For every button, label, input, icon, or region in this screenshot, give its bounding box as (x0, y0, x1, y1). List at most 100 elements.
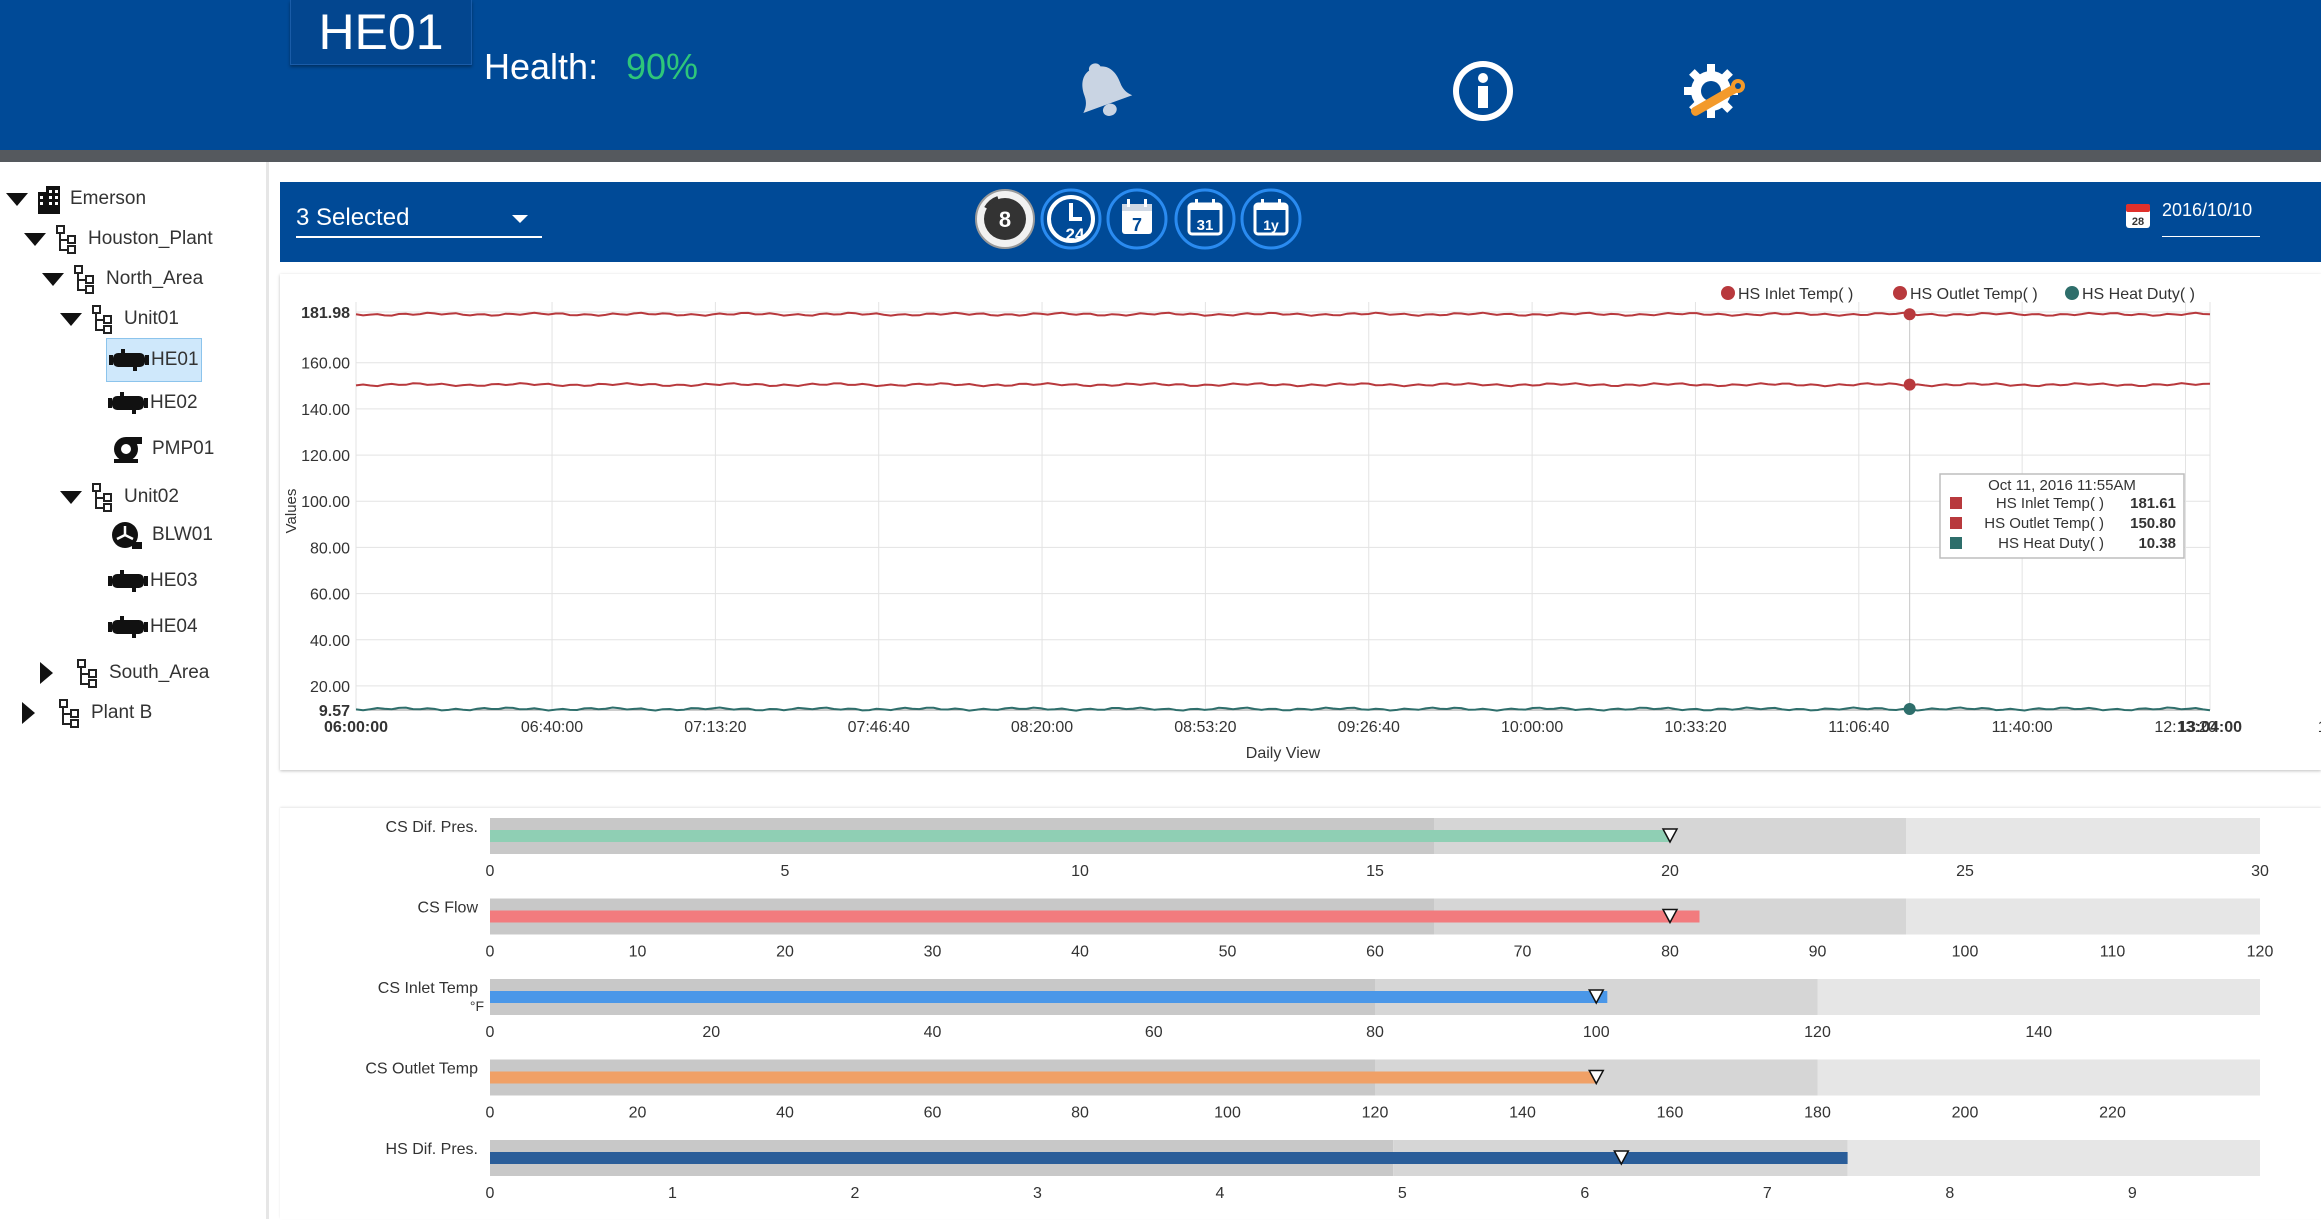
x-tick-label: 11:06:40 (1828, 719, 1889, 736)
gauge-tick-label: 160 (1657, 1105, 1684, 1122)
gauge-value-bar (490, 1152, 1848, 1164)
expand-icon[interactable] (40, 662, 53, 684)
tree-item-unit01[interactable]: Unit01 (60, 302, 179, 336)
gauge-value-bar (490, 830, 1670, 842)
y-tick-label: 100.00 (301, 494, 350, 511)
button-label: 7 (1132, 215, 1142, 235)
last-24-hours-button[interactable]: 24 (1040, 188, 1102, 250)
gauge-band-high (1906, 818, 2260, 854)
tree-item-plant-b[interactable]: Plant B (22, 696, 152, 730)
tooltip-swatch (1950, 497, 1962, 509)
gauge-label: HS Dif. Pres. (386, 1141, 478, 1158)
gauge-tick-label: 20 (629, 1105, 647, 1122)
trend-chart[interactable]: 181.98 160.00 140.00 120.00 100.00 80.00 60.00… (280, 274, 2321, 770)
series-point (1903, 703, 1916, 716)
tree-item-emerson[interactable]: Emerson (6, 182, 146, 216)
kpi-gauges: CS Dif. Pres.0 5 10 15 20 25 30CS Flow0 10 20 30 4… (365, 818, 2273, 1202)
legend-swatch (1721, 286, 1735, 300)
tree-item-north-area[interactable]: North_Area (42, 262, 203, 296)
settings-icon[interactable] (1676, 54, 1750, 128)
date-picker-field[interactable]: 2016/10/10 (2162, 196, 2260, 237)
last-31-days-button[interactable]: 31 (1174, 188, 1236, 250)
tree-item-label: Houston_Plant (88, 228, 213, 249)
tree-item-he04[interactable]: HE04 (106, 610, 198, 644)
y-tick-label: 181.98 (301, 305, 350, 322)
gauge-value-bar (490, 1071, 1597, 1084)
health-value: 90% (626, 46, 699, 87)
gauge-tick-label: 40 (776, 1105, 794, 1122)
tree-item-he03[interactable]: HE03 (106, 564, 198, 598)
gauge-tick-label: 0 (486, 863, 495, 880)
info-icon[interactable] (1446, 54, 1520, 128)
gauge-tick-label: 90 (1809, 944, 1827, 961)
gauge-value-bar (490, 991, 1608, 1003)
tree-item-label: HE03 (150, 570, 198, 591)
bell-icon[interactable] (1066, 54, 1140, 128)
last-1-year-button[interactable]: 1y (1240, 188, 1302, 250)
calendar-icon-label: 28 (2132, 216, 2144, 228)
building-icon (38, 186, 60, 214)
gauge-tick-label: 60 (1145, 1024, 1163, 1041)
x-tick-label: 07:13:20 (684, 719, 746, 736)
gauge-tick-label: 110 (2100, 944, 2126, 961)
gauge-tick-label: 2 (850, 1185, 859, 1202)
button-label: 31 (1197, 217, 1214, 234)
x-tick-label: 11:40:00 (1992, 719, 2053, 736)
x-tick-label: 08:20:00 (1011, 719, 1073, 736)
expand-icon[interactable] (22, 702, 35, 724)
series-line (355, 382, 2211, 388)
gauge-cs-dif-pres: CS Dif. Pres. 0 5 10 15 20 25 30 (386, 818, 2269, 880)
gauge-tick-label: 120 (1362, 1105, 1389, 1122)
blower-icon (112, 522, 142, 549)
gauge-label: CS Dif. Pres. (386, 819, 478, 836)
gauge-tick-label: 10 (1071, 863, 1089, 880)
tree-item-he02[interactable]: HE02 (106, 386, 198, 420)
gauge-value-bar (490, 910, 1700, 923)
gauge-tick-label: 0 (486, 944, 495, 961)
collapse-icon[interactable] (60, 312, 82, 326)
series-point (1903, 308, 1916, 321)
gauge-band-high (1817, 1059, 2260, 1096)
y-tick-label: 9.57 (319, 703, 350, 720)
gauge-tick-label: 60 (1366, 944, 1384, 961)
last-7-days-button[interactable]: 7 (1106, 188, 1168, 250)
tree-item-houston-plant[interactable]: Houston_Plant (24, 222, 213, 256)
gauge-tick-label: 40 (924, 1024, 942, 1041)
last-8-hours-button[interactable]: 8 (974, 188, 1036, 250)
y-axis-title: Values (283, 489, 300, 534)
collapse-icon[interactable] (42, 272, 64, 286)
gauge-band-high (1847, 1140, 2260, 1176)
collapse-icon[interactable] (6, 192, 28, 206)
gauge-tick-label: 9 (2128, 1185, 2137, 1202)
tree-item-south-area[interactable]: South_Area (40, 656, 209, 690)
x-tick-label: 10:33:20 (1664, 719, 1726, 736)
legend-label: HS Inlet Temp( ) (1738, 286, 1853, 303)
tree-item-blw01[interactable]: BLW01 (110, 518, 213, 552)
tree-item-pmp01[interactable]: PMP01 (110, 432, 214, 466)
asset-tree-panel: Emerson Houston_Plant North_Area Unit01 … (0, 162, 269, 1219)
tooltip-value: 150.80 (2130, 515, 2176, 532)
tooltip-value: 10.38 (2138, 535, 2176, 552)
button-label: 8 (999, 207, 1011, 232)
tree-item-unit02[interactable]: Unit02 (60, 480, 179, 514)
collapse-icon[interactable] (60, 490, 82, 504)
series-select-value: 3 Selected (296, 204, 410, 231)
tooltip-series-name: HS Heat Duty( ) (1998, 535, 2104, 552)
hierarchy-icon (92, 483, 112, 512)
calendar-icon[interactable]: 28 (2124, 200, 2152, 230)
x-tick-label: 10:00:00 (1501, 719, 1563, 736)
collapse-icon[interactable] (24, 232, 46, 246)
gauge-tick-label: 180 (1804, 1105, 1831, 1122)
gauge-tick-label: 7 (1763, 1185, 1772, 1202)
x-tick-label: 09:26:40 (1338, 719, 1400, 736)
gauge-label: CS Outlet Temp (365, 1061, 478, 1078)
gauge-band-high (1906, 898, 2260, 935)
health-label: Health: (484, 46, 599, 87)
series-select-dropdown[interactable]: 3 Selected (296, 200, 542, 238)
gauge-tick-label: 80 (1661, 944, 1679, 961)
tooltip-swatch (1950, 537, 1962, 549)
y-tick-label: 80.00 (310, 540, 350, 557)
gauge-band-high (1817, 979, 2260, 1015)
tree-item-label: HE02 (150, 392, 198, 413)
tree-item-he01[interactable]: HE01 (106, 338, 202, 382)
